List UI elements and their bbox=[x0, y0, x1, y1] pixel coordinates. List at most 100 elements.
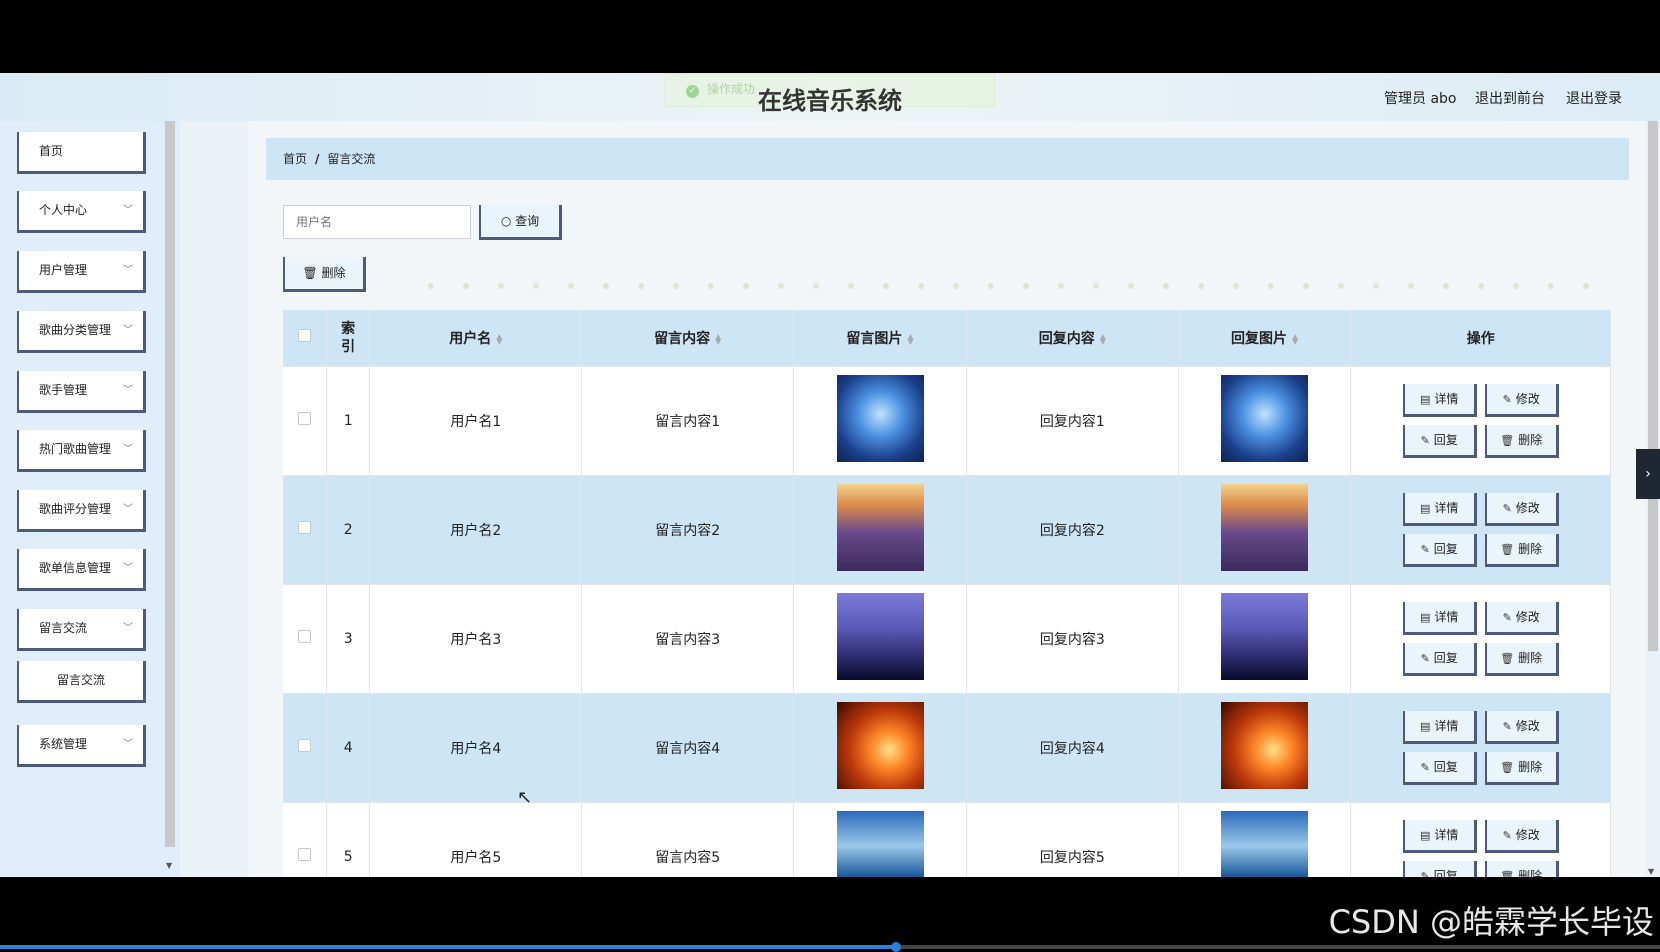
row-checkbox[interactable] bbox=[297, 630, 311, 643]
page-scrollbar[interactable] bbox=[1648, 121, 1658, 651]
row-reply: 回复内容2 bbox=[966, 475, 1179, 584]
edit-button[interactable]: ✎ 修改 bbox=[1484, 601, 1559, 635]
decorative-dot bbox=[743, 283, 749, 289]
message-image[interactable] bbox=[836, 484, 924, 571]
table-row[interactable]: 3 用户名3 留言内容3 回复内容3 ▤ 详情 ✎ 修改 ✎ 回复 🗑 删除 bbox=[283, 584, 1611, 693]
delete-button[interactable]: 🗑 删除 bbox=[1484, 642, 1559, 676]
sidebar-item-home[interactable]: 首页 bbox=[17, 132, 146, 174]
message-image[interactable] bbox=[836, 811, 924, 877]
sort-icon[interactable]: ▲ ▼ bbox=[1292, 332, 1298, 345]
breadcrumb-home[interactable]: 首页 bbox=[283, 152, 307, 166]
decorative-dot bbox=[1198, 283, 1204, 289]
chevron-down-icon: ﹀ bbox=[123, 444, 133, 455]
col-reply-image[interactable]: 回复图片 ▲ ▼ bbox=[1178, 310, 1352, 366]
row-checkbox[interactable] bbox=[297, 412, 311, 425]
select-all-checkbox[interactable] bbox=[297, 329, 311, 343]
video-progress-handle[interactable] bbox=[891, 942, 902, 952]
reply-image[interactable] bbox=[1221, 484, 1309, 571]
trash-icon: 🗑 bbox=[302, 266, 318, 280]
row-actions: ▤ 详情 ✎ 修改 ✎ 回复 🗑 删除 bbox=[1350, 802, 1611, 877]
sort-icon[interactable]: ▲ ▼ bbox=[496, 332, 502, 345]
reply-image[interactable] bbox=[1221, 375, 1309, 462]
search-button[interactable]: ○ 查询 bbox=[479, 205, 562, 240]
sort-icon[interactable]: ▲ ▼ bbox=[715, 332, 721, 345]
sidebar-item-playlists[interactable]: 歌单信息管理 ﹀ bbox=[17, 549, 146, 591]
edit-button[interactable]: ✎ 修改 bbox=[1484, 819, 1559, 853]
sort-icon[interactable]: ▲ ▼ bbox=[1100, 332, 1106, 345]
col-index-label: 索引 bbox=[341, 320, 356, 355]
chevron-right-icon[interactable]: › bbox=[1636, 449, 1660, 499]
col-actions-label: 操作 bbox=[1466, 330, 1495, 347]
sidebar-item-messages[interactable]: 留言交流 ﹀ bbox=[17, 609, 146, 651]
sidebar-item-profile[interactable]: 个人中心 ﹀ bbox=[17, 191, 146, 233]
detail-button[interactable]: ▤ 详情 bbox=[1402, 819, 1477, 853]
scroll-down-icon[interactable]: ▼ bbox=[1648, 867, 1654, 876]
logout-link[interactable]: 退出登录 bbox=[1566, 88, 1622, 108]
table-row[interactable]: 4 用户名4 留言内容4 回复内容4 ▤ 详情 ✎ 修改 ✎ 回复 🗑 删除 bbox=[283, 693, 1611, 802]
sidebar-item-song-ratings[interactable]: 歌曲评分管理 ﹀ bbox=[17, 490, 146, 532]
reply-image[interactable] bbox=[1221, 593, 1309, 680]
table-row[interactable]: 5 用户名5 留言内容5 回复内容5 ▤ 详情 ✎ 修改 ✎ 回复 🗑 删除 bbox=[283, 802, 1611, 877]
scroll-down-icon[interactable]: ▼ bbox=[166, 861, 172, 870]
row-index: 5 bbox=[326, 802, 371, 877]
back-to-front-link[interactable]: 退出到前台 bbox=[1475, 88, 1545, 108]
delete-label: 删除 bbox=[1518, 432, 1543, 447]
col-content[interactable]: 留言内容 ▲ ▼ bbox=[581, 310, 795, 366]
batch-delete-button[interactable]: 🗑 删除 bbox=[283, 257, 366, 292]
pencil-icon: ✎ bbox=[1420, 760, 1430, 774]
decorative-dot bbox=[1583, 283, 1589, 289]
sidebar-item-system[interactable]: 系统管理 ﹀ bbox=[17, 725, 146, 767]
delete-button[interactable]: 🗑 删除 bbox=[1484, 751, 1559, 785]
sidebar-scrollbar[interactable] bbox=[165, 121, 175, 847]
edit-button[interactable]: ✎ 修改 bbox=[1484, 492, 1559, 526]
edit-button[interactable]: ✎ 修改 bbox=[1484, 710, 1559, 744]
pencil-icon: ✎ bbox=[1420, 542, 1430, 556]
reply-button[interactable]: ✎ 回复 bbox=[1402, 424, 1477, 458]
edit-button[interactable]: ✎ 修改 bbox=[1484, 383, 1559, 417]
col-reply-image-label: 回复图片 bbox=[1231, 330, 1287, 347]
decorative-dot bbox=[1233, 283, 1239, 289]
row-reply: 回复内容5 bbox=[966, 802, 1179, 877]
sidebar-item-singers[interactable]: 歌手管理 ﹀ bbox=[17, 371, 146, 413]
video-progress-bar[interactable] bbox=[0, 942, 1660, 952]
row-checkbox[interactable] bbox=[297, 848, 311, 861]
sidebar-item-hot-songs[interactable]: 热门歌曲管理 ﹀ bbox=[17, 430, 146, 472]
row-checkbox[interactable] bbox=[297, 739, 311, 752]
col-reply[interactable]: 回复内容 ▲ ▼ bbox=[966, 310, 1179, 366]
message-image[interactable] bbox=[836, 593, 924, 680]
reply-image[interactable] bbox=[1221, 811, 1309, 877]
detail-button[interactable]: ▤ 详情 bbox=[1402, 492, 1477, 526]
sidebar-item-users[interactable]: 用户管理 ﹀ bbox=[17, 251, 146, 293]
trash-icon: 🗑 bbox=[1500, 651, 1515, 665]
message-image[interactable] bbox=[836, 702, 924, 789]
sort-icon[interactable]: ▲ ▼ bbox=[907, 332, 913, 345]
delete-button[interactable]: 🗑 删除 bbox=[1484, 533, 1559, 567]
reply-button[interactable]: ✎ 回复 bbox=[1402, 533, 1477, 567]
row-content: 留言内容5 bbox=[581, 802, 795, 877]
sidebar-item-song-categories[interactable]: 歌曲分类管理 ﹀ bbox=[17, 311, 146, 353]
message-image[interactable] bbox=[836, 375, 924, 462]
reply-image[interactable] bbox=[1221, 702, 1309, 789]
delete-button[interactable]: 🗑 删除 bbox=[1484, 424, 1559, 458]
detail-button[interactable]: ▤ 详情 bbox=[1402, 601, 1477, 635]
delete-button[interactable]: 🗑 删除 bbox=[1484, 860, 1559, 877]
reply-button[interactable]: ✎ 回复 bbox=[1402, 751, 1477, 785]
sidebar-subitem-messages[interactable]: 留言交流 bbox=[17, 661, 146, 703]
edit-label: 修改 bbox=[1515, 609, 1540, 624]
reply-button[interactable]: ✎ 回复 bbox=[1402, 642, 1477, 676]
detail-button[interactable]: ▤ 详情 bbox=[1402, 383, 1477, 417]
sidebar-item-label: 系统管理 bbox=[39, 737, 88, 751]
row-checkbox[interactable] bbox=[297, 521, 311, 534]
col-username[interactable]: 用户名 ▲ ▼ bbox=[369, 310, 583, 366]
decorative-dot bbox=[568, 283, 574, 289]
table-row[interactable]: 2 用户名2 留言内容2 回复内容2 ▤ 详情 ✎ 修改 ✎ 回复 🗑 删除 bbox=[283, 475, 1611, 584]
reply-button[interactable]: ✎ 回复 bbox=[1402, 860, 1477, 877]
row-index: 3 bbox=[326, 584, 371, 693]
table-row[interactable]: 1 用户名1 留言内容1 回复内容1 ▤ 详情 ✎ 修改 ✎ 回复 🗑 删除 bbox=[283, 366, 1611, 475]
chevron-down-icon: ﹀ bbox=[123, 265, 133, 276]
username-search-input[interactable] bbox=[283, 205, 471, 239]
col-image[interactable]: 留言图片 ▲ ▼ bbox=[793, 310, 967, 366]
detail-button[interactable]: ▤ 详情 bbox=[1402, 710, 1477, 744]
row-username: 用户名5 bbox=[369, 802, 583, 877]
chevron-down-icon: ﹀ bbox=[123, 504, 133, 515]
